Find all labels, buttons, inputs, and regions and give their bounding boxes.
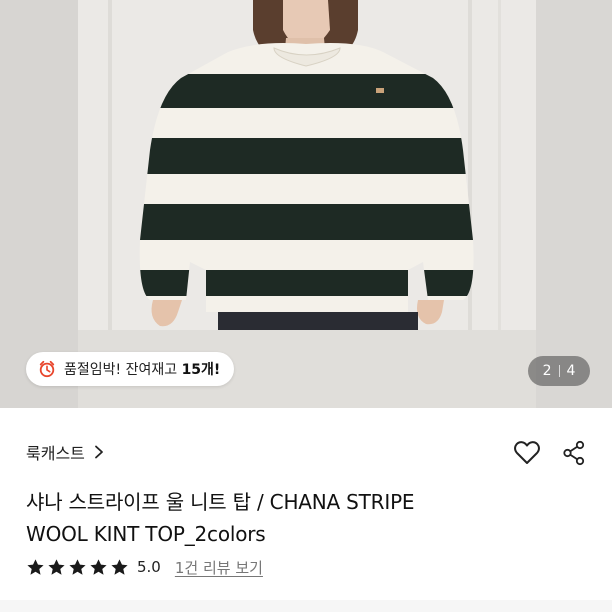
rating-row: 5.0 1건 리뷰 보기: [26, 555, 263, 579]
total-pages: 4: [566, 363, 576, 379]
rating-score: 5.0: [137, 558, 161, 576]
chevron-right-icon: [94, 445, 103, 459]
image-page-indicator: 2 4: [528, 356, 590, 386]
star-icon: [90, 558, 107, 575]
star-icon: [69, 558, 86, 575]
alarm-clock-icon: [39, 360, 55, 378]
product-image-carousel[interactable]: 품절임박! 잔여재고 15개! 2 4: [0, 0, 612, 408]
next-section-edge: [0, 600, 612, 612]
review-link[interactable]: 1건 리뷰 보기: [175, 557, 263, 578]
star-icon: [111, 558, 128, 575]
stock-count: 15개!: [181, 362, 221, 378]
page-separator: [558, 365, 560, 377]
brand-name: 룩캐스트: [26, 444, 85, 463]
current-page: 2: [542, 363, 552, 379]
heart-icon[interactable]: [513, 440, 541, 466]
star-rating: [26, 558, 129, 577]
share-icon[interactable]: [562, 440, 586, 466]
product-title-line-2: WOOL KINT TOP_2colors: [26, 522, 266, 546]
product-title: 샤나 스트라이프 울 니트 탑 / CHANA STRIPE WOOL KINT…: [26, 486, 586, 550]
product-photo: [78, 0, 536, 330]
star-icon: [27, 558, 44, 575]
brand-link[interactable]: 룩캐스트: [26, 438, 105, 466]
product-title-line-1: 샤나 스트라이프 울 니트 탑 / CHANA STRIPE: [26, 490, 415, 514]
low-stock-text: 품절임박! 잔여재고 15개!: [64, 362, 221, 378]
image-background-left: [0, 0, 78, 408]
low-stock-badge: 품절임박! 잔여재고 15개!: [26, 352, 235, 386]
star-icon: [48, 558, 65, 575]
image-background-right: [536, 0, 612, 408]
